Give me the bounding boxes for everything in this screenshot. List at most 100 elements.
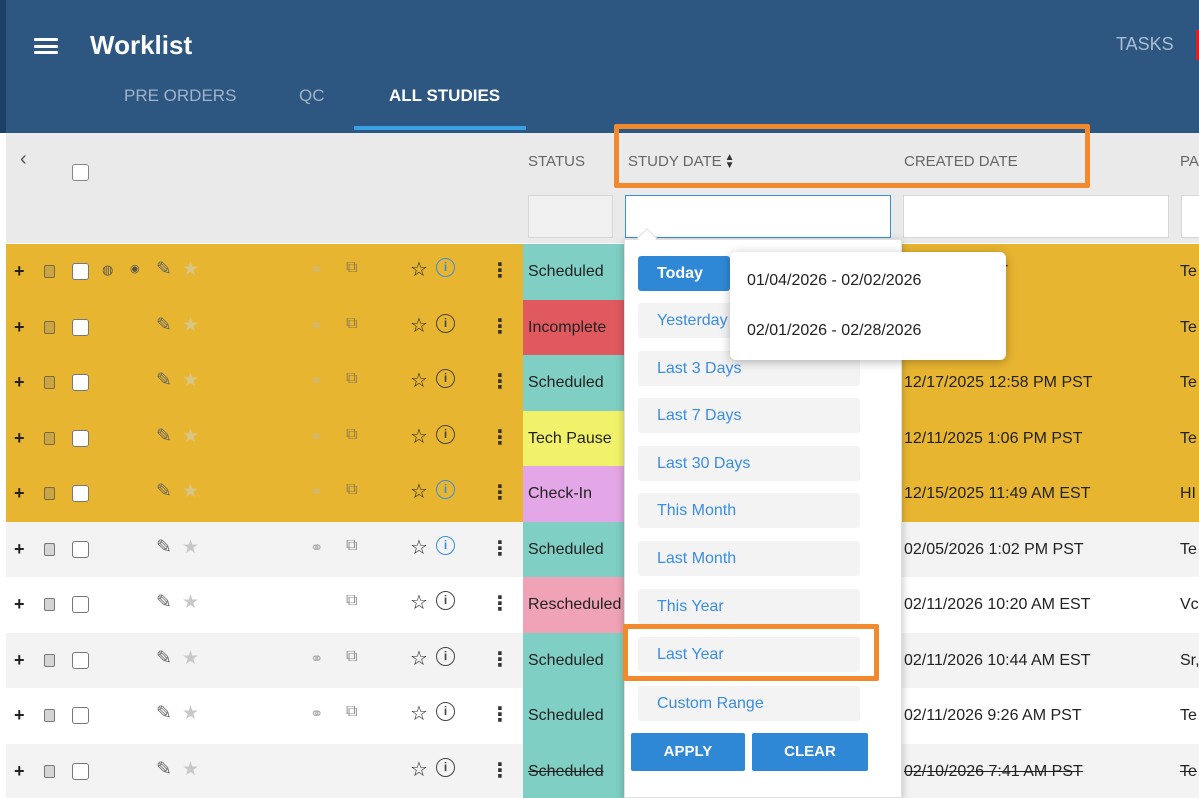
- table-row[interactable]: + ✎ ★ ⚭ ⧉ ☆ i ⋮ Scheduled 12/17/2025 12:58 PM PST…: [6, 355, 1199, 411]
- pencil-icon[interactable]: ✎: [156, 647, 172, 670]
- row-checkbox[interactable]: [72, 651, 89, 669]
- star-outline-icon[interactable]: ☆: [410, 424, 428, 449]
- document-icon[interactable]: [44, 376, 55, 389]
- table-row[interactable]: + ✎ ★ ⚭ ⧉ ☆ i ⋮ Tech Pause 12/11/2025 1:06 PM PST…: [6, 410, 1199, 466]
- column-pa[interactable]: PA: [1180, 153, 1199, 170]
- info-icon[interactable]: i: [436, 313, 455, 333]
- document-icon[interactable]: [44, 764, 55, 778]
- kebab-menu-icon[interactable]: ⋮: [490, 591, 510, 616]
- study-date-filter-input[interactable]: [625, 195, 891, 238]
- table-row[interactable]: +✎★⚭⧉☆i⋮Incomplete7:49 AM PSTTe: [6, 299, 1199, 355]
- pencil-icon[interactable]: ✎: [156, 702, 172, 725]
- menu-icon[interactable]: [34, 38, 58, 54]
- document-icon[interactable]: [44, 431, 55, 445]
- pa-filter-input[interactable]: [1181, 195, 1199, 238]
- pencil-icon[interactable]: ✎: [156, 480, 172, 503]
- expand-plus-icon[interactable]: +: [14, 317, 25, 338]
- row-checkbox[interactable]: [72, 318, 89, 336]
- star-outline-icon[interactable]: ☆: [410, 590, 428, 615]
- info-icon[interactable]: i: [436, 258, 455, 277]
- pencil-icon[interactable]: ✎: [156, 258, 172, 281]
- document-icon[interactable]: [44, 265, 55, 278]
- expand-plus-icon[interactable]: +: [14, 705, 25, 726]
- range-last-7-days[interactable]: Last 7 Days: [638, 398, 860, 433]
- star-outline-icon[interactable]: ☆: [410, 479, 428, 504]
- star-icon[interactable]: ★: [182, 258, 199, 281]
- table-row[interactable]: + ✎ ★ ⚭ ⧉ ☆ i ⋮ Scheduled 02/05/2026 1:02 PM PST T…: [6, 521, 1199, 577]
- table-row[interactable]: + ✎ ★ ⧉ ☆ i ⋮ Rescheduled 02/11/2026 10:20 AM ES…: [6, 577, 1199, 633]
- tab-all-studies[interactable]: ALL STUDIES: [389, 86, 500, 106]
- tab-qc[interactable]: QC: [299, 86, 325, 106]
- info-icon[interactable]: i: [436, 646, 455, 666]
- star-outline-icon[interactable]: ☆: [410, 646, 428, 671]
- expand-plus-icon[interactable]: +: [14, 650, 25, 671]
- star-icon[interactable]: ★: [182, 480, 199, 503]
- range-last-month[interactable]: Last Month: [638, 541, 860, 576]
- star-outline-icon[interactable]: ☆: [410, 257, 428, 282]
- star-icon[interactable]: ★: [182, 647, 199, 670]
- pencil-icon[interactable]: ✎: [156, 758, 172, 781]
- external-link-icon[interactable]: ⧉: [346, 481, 357, 499]
- expand-plus-icon[interactable]: +: [14, 428, 25, 449]
- external-link-icon[interactable]: ⧉: [346, 315, 357, 333]
- table-row[interactable]: + ✎ ★ ⚭ ⧉ ☆ i ⋮ Check-In 12/15/2025 11:49 AM EST H…: [6, 466, 1199, 522]
- star-icon[interactable]: ★: [182, 369, 199, 392]
- external-link-icon[interactable]: ⧉: [346, 648, 357, 666]
- info-icon[interactable]: i: [436, 480, 455, 499]
- pencil-icon[interactable]: ✎: [156, 591, 172, 614]
- row-checkbox[interactable]: [72, 707, 89, 724]
- external-link-icon[interactable]: ⧉: [346, 537, 357, 555]
- link-icon[interactable]: ⚭: [310, 482, 323, 502]
- chevron-left-icon[interactable]: ‹: [20, 148, 27, 171]
- pencil-icon[interactable]: ✎: [156, 425, 172, 448]
- expand-plus-icon[interactable]: +: [14, 761, 25, 782]
- document-icon[interactable]: [44, 542, 55, 556]
- document-icon[interactable]: [44, 709, 55, 722]
- link-icon[interactable]: ⚭: [310, 260, 323, 280]
- expand-plus-icon[interactable]: +: [14, 539, 25, 560]
- row-checkbox[interactable]: [72, 263, 89, 280]
- popover-range-1[interactable]: 01/04/2026 - 02/02/2026: [747, 272, 921, 290]
- document-icon[interactable]: [44, 598, 55, 611]
- star-outline-icon[interactable]: ☆: [410, 368, 428, 393]
- external-link-icon[interactable]: ⧉: [346, 703, 357, 721]
- range-custom[interactable]: Custom Range: [638, 686, 860, 721]
- kebab-menu-icon[interactable]: ⋮: [490, 314, 510, 339]
- tasks-button[interactable]: TASKS: [1116, 34, 1174, 55]
- document-icon[interactable]: [44, 487, 55, 500]
- row-checkbox[interactable]: [72, 762, 89, 780]
- row-checkbox[interactable]: [72, 485, 89, 502]
- star-icon[interactable]: ★: [182, 758, 199, 781]
- popover-range-2[interactable]: 02/01/2026 - 02/28/2026: [747, 322, 921, 340]
- table-row[interactable]: + ✎ ★ ☆ i ⋮ Scheduled 02/10/2026 7:41 AM PST Te: [6, 743, 1199, 798]
- select-all-checkbox[interactable]: [72, 164, 89, 181]
- external-link-icon[interactable]: ⧉: [346, 259, 357, 277]
- range-this-year[interactable]: This Year: [638, 589, 860, 624]
- kebab-menu-icon[interactable]: ⋮: [490, 480, 510, 505]
- link-icon[interactable]: ⚭: [310, 316, 323, 336]
- pencil-icon[interactable]: ✎: [156, 314, 172, 337]
- external-link-icon[interactable]: ⧉: [346, 426, 357, 444]
- range-today[interactable]: Today: [638, 256, 730, 291]
- apply-button[interactable]: APPLY: [631, 733, 745, 771]
- info-icon[interactable]: i: [436, 535, 455, 555]
- star-icon[interactable]: ★: [182, 425, 199, 448]
- info-icon[interactable]: i: [436, 702, 455, 721]
- pencil-icon[interactable]: ✎: [156, 369, 172, 392]
- external-link-icon[interactable]: ⧉: [346, 370, 357, 388]
- link-icon[interactable]: ⚭: [310, 538, 323, 558]
- row-checkbox[interactable]: [72, 374, 89, 391]
- kebab-menu-icon[interactable]: ⋮: [490, 425, 510, 450]
- globe-icon[interactable]: ◍: [102, 262, 113, 278]
- kebab-menu-icon[interactable]: ⋮: [490, 702, 510, 727]
- tab-pre-orders[interactable]: PRE ORDERS: [124, 86, 236, 106]
- range-this-month[interactable]: This Month: [638, 493, 860, 528]
- expand-plus-icon[interactable]: +: [14, 372, 25, 393]
- eye-icon[interactable]: ◉: [130, 262, 140, 275]
- link-icon[interactable]: ⚭: [310, 704, 323, 724]
- link-icon[interactable]: ⚭: [310, 371, 323, 391]
- star-icon[interactable]: ★: [182, 591, 199, 614]
- kebab-menu-icon[interactable]: ⋮: [490, 647, 510, 672]
- star-outline-icon[interactable]: ☆: [410, 757, 428, 782]
- kebab-menu-icon[interactable]: ⋮: [490, 536, 510, 561]
